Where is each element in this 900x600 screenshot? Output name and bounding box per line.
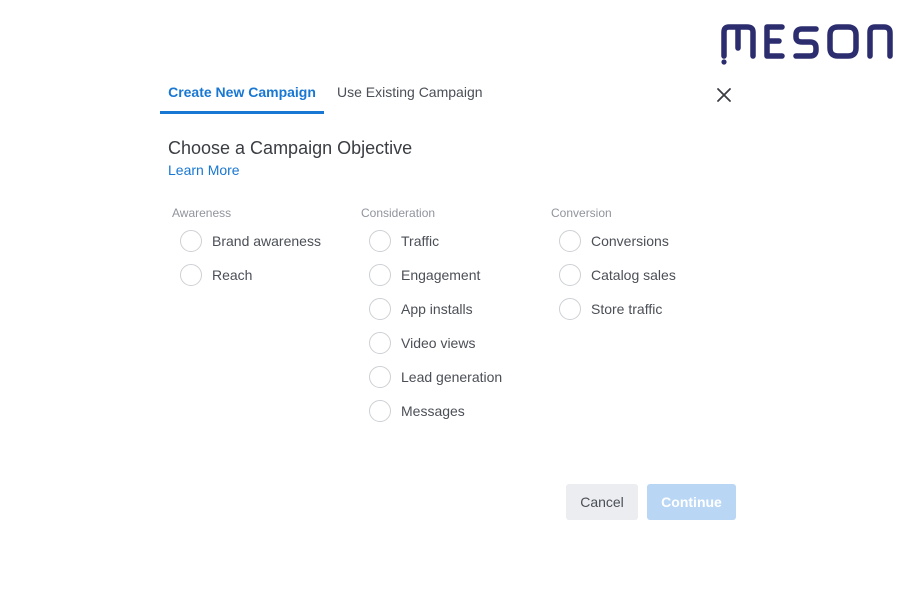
- radio-button[interactable]: [369, 230, 391, 252]
- option-label: Traffic: [401, 233, 440, 249]
- option-label: Reach: [212, 267, 253, 283]
- objective-option-app-installs[interactable]: App installs: [361, 298, 473, 332]
- option-label: Brand awareness: [212, 233, 321, 249]
- learn-more-link[interactable]: Learn More: [168, 162, 240, 178]
- radio-button[interactable]: [180, 230, 202, 252]
- objective-group-conversion: Conversion Conversions Catalog sales Sto…: [551, 206, 676, 332]
- radio-button[interactable]: [369, 332, 391, 354]
- objective-option-lead-generation[interactable]: Lead generation: [361, 366, 502, 400]
- radio-button[interactable]: [369, 264, 391, 286]
- radio-button[interactable]: [369, 366, 391, 388]
- close-icon[interactable]: [713, 84, 735, 106]
- objective-option-messages[interactable]: Messages: [361, 400, 465, 434]
- objective-option-store-traffic[interactable]: Store traffic: [551, 298, 662, 332]
- group-header-conversion: Conversion: [551, 206, 612, 220]
- continue-button[interactable]: Continue: [647, 484, 736, 520]
- option-label: Engagement: [401, 267, 481, 283]
- campaign-tabs: Create New Campaign Use Existing Campaig…: [160, 78, 500, 114]
- option-label: Store traffic: [591, 301, 663, 317]
- option-label: Video views: [401, 335, 476, 351]
- objective-group-consideration: Consideration Traffic Engagement App ins…: [361, 206, 502, 434]
- option-label: App installs: [401, 301, 473, 317]
- objective-option-reach[interactable]: Reach: [172, 264, 252, 298]
- radio-button[interactable]: [369, 400, 391, 422]
- group-header-consideration: Consideration: [361, 206, 436, 220]
- objective-option-brand-awareness[interactable]: Brand awareness: [172, 230, 321, 264]
- objective-option-catalog-sales[interactable]: Catalog sales: [551, 264, 676, 298]
- option-label: Messages: [401, 403, 465, 419]
- radio-button[interactable]: [559, 298, 581, 320]
- objective-option-engagement[interactable]: Engagement: [361, 264, 480, 298]
- radio-button[interactable]: [180, 264, 202, 286]
- option-label: Conversions: [591, 233, 669, 249]
- option-label: Catalog sales: [591, 267, 676, 283]
- radio-button[interactable]: [559, 264, 581, 286]
- tab-create-new-campaign[interactable]: Create New Campaign: [160, 78, 324, 114]
- cancel-button[interactable]: Cancel: [566, 484, 638, 520]
- tab-use-existing-campaign[interactable]: Use Existing Campaign: [337, 78, 483, 111]
- meson-logo: [721, 24, 893, 65]
- page-title: Choose a Campaign Objective: [168, 138, 413, 158]
- objective-option-traffic[interactable]: Traffic: [361, 230, 439, 264]
- radio-button[interactable]: [559, 230, 581, 252]
- group-header-awareness: Awareness: [172, 206, 232, 220]
- objective-option-video-views[interactable]: Video views: [361, 332, 475, 366]
- objective-option-conversions[interactable]: Conversions: [551, 230, 669, 264]
- option-label: Lead generation: [401, 369, 503, 385]
- objective-group-awareness: Awareness Brand awareness Reach: [172, 206, 321, 298]
- radio-button[interactable]: [369, 298, 391, 320]
